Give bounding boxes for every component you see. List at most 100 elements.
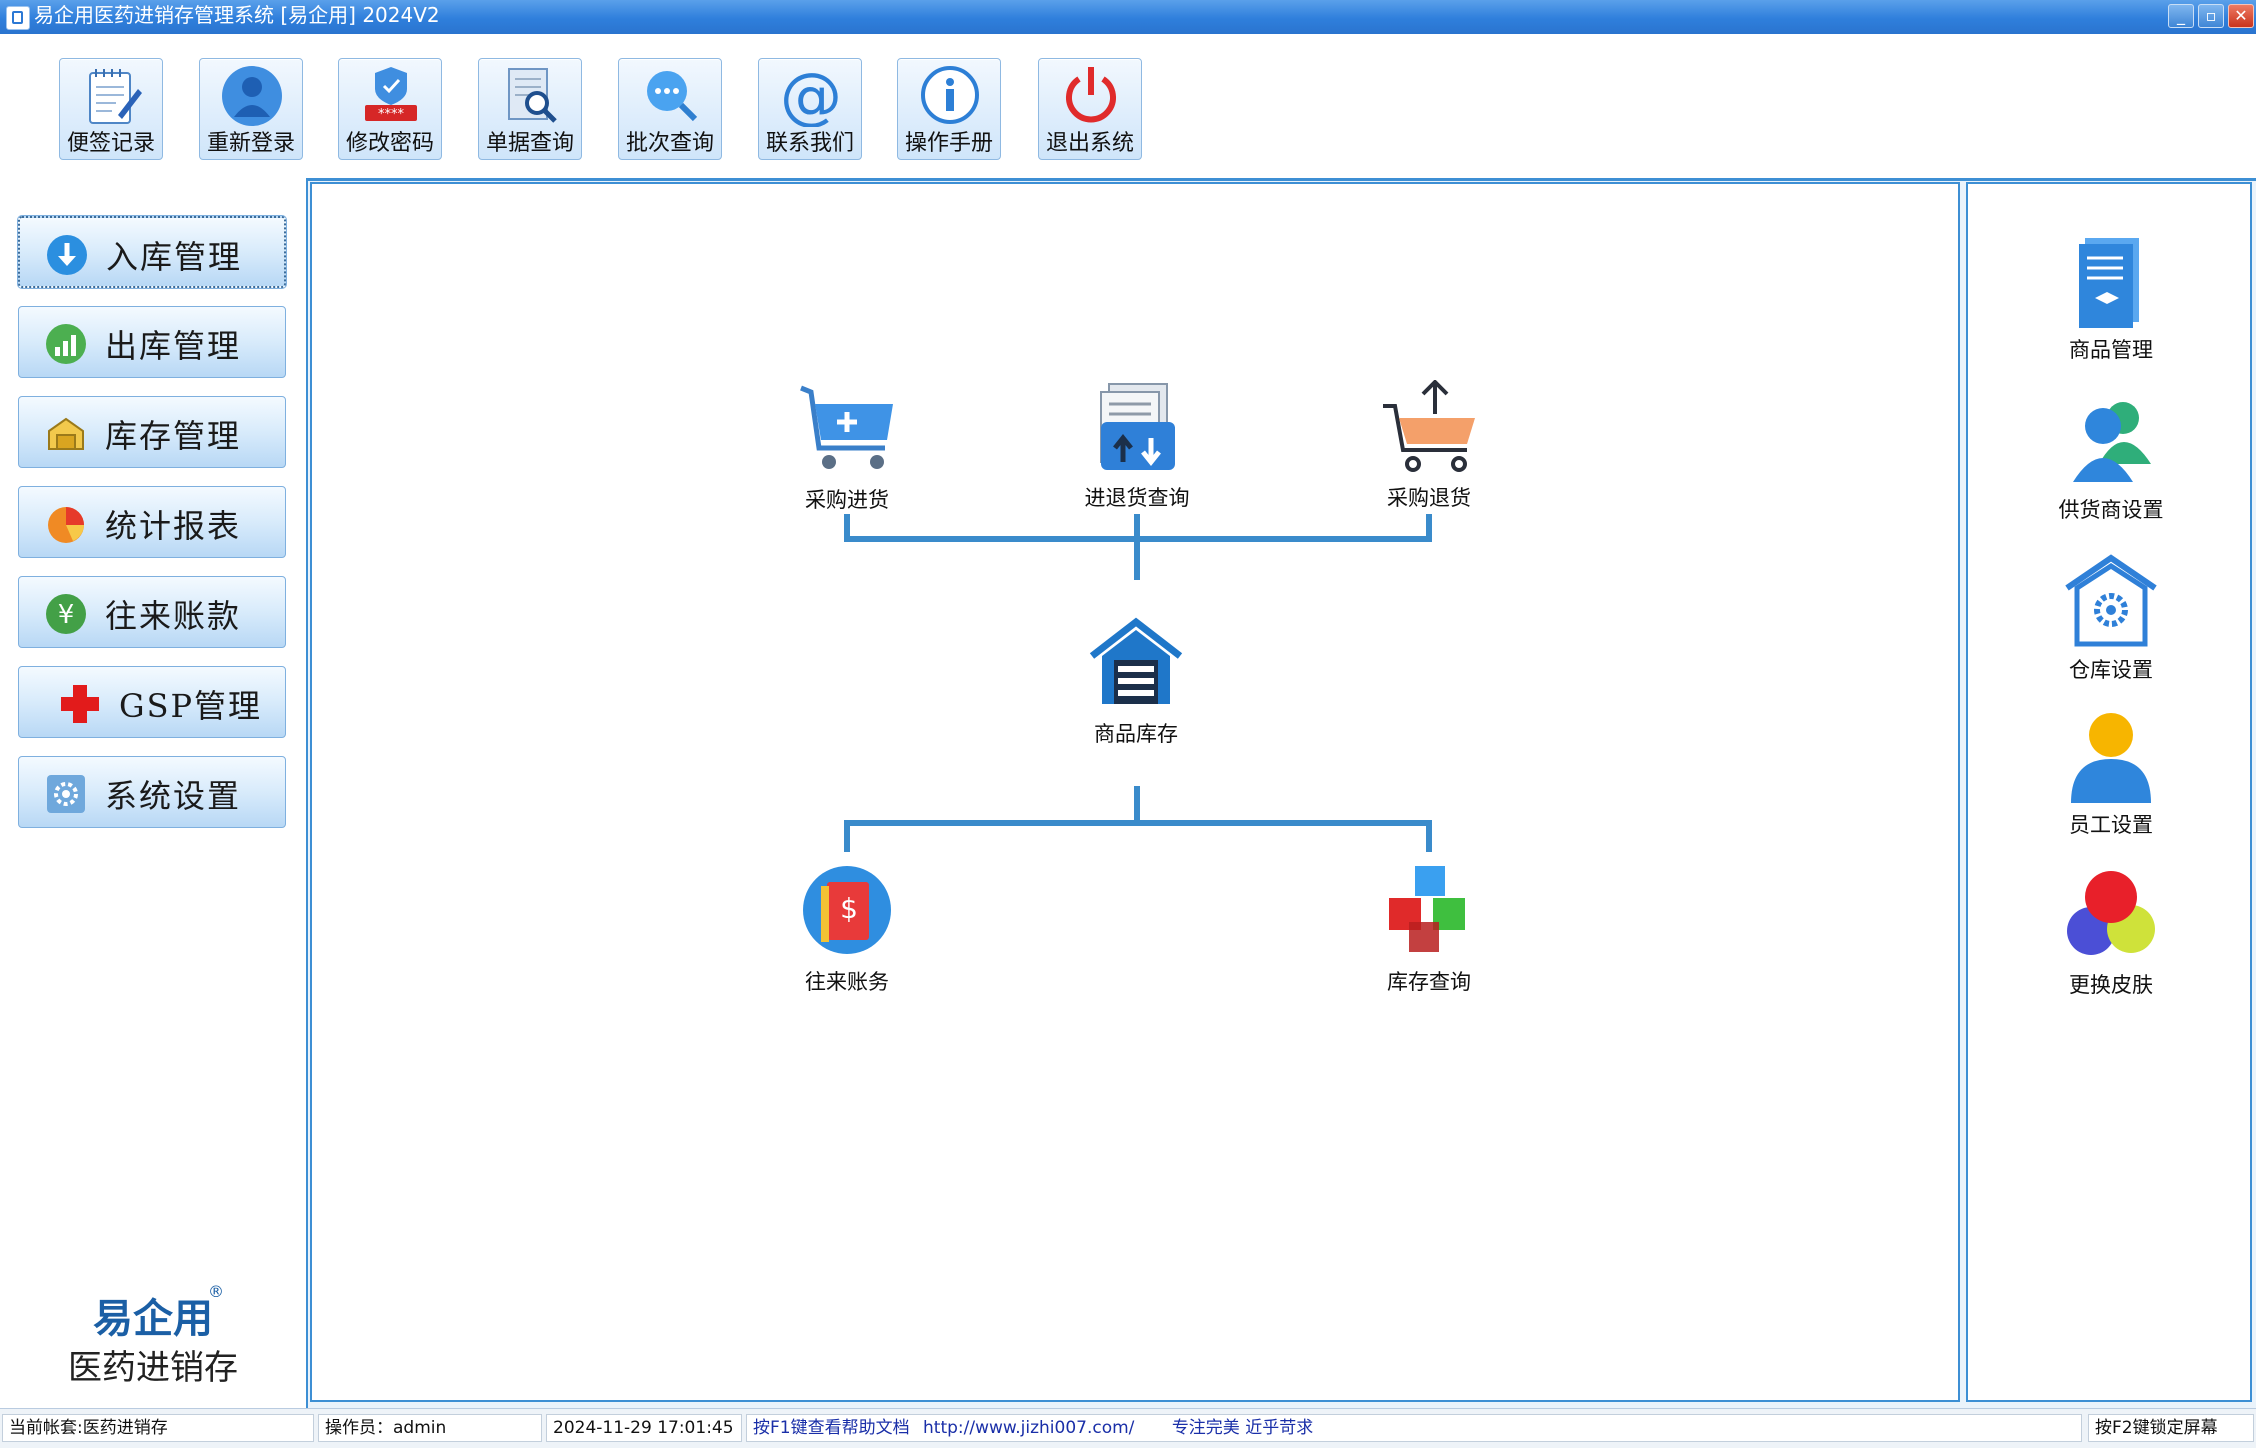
in-out-document-icon bbox=[1100, 383, 1175, 470]
notes-button[interactable]: 便签记录 bbox=[59, 58, 163, 160]
cubes-icon bbox=[1389, 866, 1465, 952]
nav-accounts-label: 往来账款 bbox=[105, 597, 242, 635]
nav-inbound-management[interactable]: 入库管理 bbox=[17, 215, 287, 289]
side-product-label: 商品管理 bbox=[2069, 338, 2153, 362]
side-supplier-label: 供货商设置 bbox=[2058, 498, 2164, 522]
document-query-button-label: 单据查询 bbox=[485, 131, 574, 156]
side-product-management[interactable]: 商品管理 bbox=[1968, 234, 2254, 364]
side-employee-settings[interactable]: 员工设置 bbox=[1968, 709, 2254, 839]
restore-button[interactable]: ▫ bbox=[2198, 4, 2224, 28]
flow-accounts-label: 往来账务 bbox=[805, 970, 889, 994]
nav-outbound-management[interactable]: 出库管理 bbox=[18, 306, 286, 378]
nav-gsp-management[interactable]: GSP管理 bbox=[18, 666, 286, 738]
status-help-text: 按F1键查看帮助文档 bbox=[753, 1418, 910, 1438]
nav-inventory-label: 库存管理 bbox=[105, 417, 242, 455]
warehouse-box-icon bbox=[48, 417, 84, 450]
cart-add-icon bbox=[800, 385, 893, 469]
cart-return-icon bbox=[1383, 379, 1475, 472]
side-warehouse-label: 仓库设置 bbox=[2069, 658, 2153, 682]
color-circles-icon bbox=[2067, 871, 2155, 955]
side-supplier-settings[interactable]: 供货商设置 bbox=[1968, 394, 2254, 524]
exit-button[interactable]: 退出系统 bbox=[1038, 58, 1142, 160]
flow-in-out-query-label: 进退货查询 bbox=[1084, 486, 1190, 510]
nav-inventory-management[interactable]: 库存管理 bbox=[18, 396, 286, 468]
minimize-button[interactable]: _ bbox=[2168, 4, 2194, 28]
batch-query-button[interactable]: 批次查询 bbox=[618, 58, 722, 160]
nav-reports-label: 统计报表 bbox=[105, 507, 242, 545]
status-url-link[interactable]: http://www.jizhi007.com/ bbox=[923, 1418, 1134, 1438]
side-skin-label: 更换皮肤 bbox=[2069, 973, 2153, 997]
status-account: 当前帐套:医药进销存 bbox=[2, 1414, 314, 1442]
app-icon bbox=[6, 6, 30, 30]
side-change-skin[interactable]: 更换皮肤 bbox=[1968, 869, 2254, 999]
info-icon bbox=[921, 66, 979, 124]
exit-button-label: 退出系统 bbox=[1045, 131, 1134, 156]
batch-query-button-label: 批次查询 bbox=[625, 131, 714, 156]
relogin-button-label: 重新登录 bbox=[206, 131, 295, 156]
document-query-button[interactable]: 单据查询 bbox=[478, 58, 582, 160]
flow-inventory-label: 商品库存 bbox=[1094, 722, 1178, 746]
svg-text:¥: ¥ bbox=[58, 600, 75, 630]
user-icon bbox=[222, 66, 282, 126]
status-slogan: 专注完美 近乎苛求 bbox=[1171, 1418, 1314, 1438]
flow-purchase-return[interactable]: 采购退货 bbox=[1374, 379, 1484, 512]
red-cross-icon bbox=[61, 685, 99, 723]
flow-accounts[interactable]: $ 往来账务 bbox=[792, 864, 902, 996]
flow-purchase-in[interactable]: 采购进货 bbox=[792, 382, 902, 514]
connector-line bbox=[1426, 820, 1432, 852]
ledger-icon: $ bbox=[803, 866, 891, 954]
title-bar: 易企用医药进销存管理系统 [易企用] 2024V2 _ ▫ ✕ bbox=[0, 0, 2256, 34]
status-datetime: 2024-11-29 17:01:45 bbox=[546, 1414, 742, 1442]
flow-inventory[interactable]: 商品库存 bbox=[1076, 616, 1196, 748]
employee-icon bbox=[2071, 713, 2151, 803]
notepad-icon bbox=[89, 69, 142, 124]
brand-subtitle: 医药进销存 bbox=[68, 1348, 238, 1388]
product-docs-icon bbox=[2079, 238, 2139, 328]
relogin-button[interactable]: 重新登录 bbox=[199, 58, 303, 160]
close-button[interactable]: ✕ bbox=[2228, 4, 2254, 28]
connector-line bbox=[844, 820, 850, 852]
change-password-button-label: 修改密码 bbox=[345, 131, 434, 156]
nav-system-settings[interactable]: 系统设置 bbox=[18, 756, 286, 828]
svg-text:****: **** bbox=[378, 107, 405, 122]
nav-settings-label: 系统设置 bbox=[105, 777, 242, 815]
status-operator: 操作员：admin bbox=[318, 1414, 542, 1442]
flow-stock-query[interactable]: 库存查询 bbox=[1374, 864, 1484, 996]
svg-text:@: @ bbox=[780, 65, 842, 127]
status-lock-hint: 按F2键锁定屏幕 bbox=[2088, 1414, 2254, 1442]
window-title: 易企用医药进销存管理系统 [易企用] 2024V2 bbox=[34, 3, 440, 27]
brand-registered-mark: ® bbox=[208, 1282, 224, 1301]
side-warehouse-settings[interactable]: 仓库设置 bbox=[1968, 554, 2254, 684]
nav-reports[interactable]: 统计报表 bbox=[18, 486, 286, 558]
chat-search-icon bbox=[647, 71, 698, 122]
at-icon: @ bbox=[780, 65, 842, 127]
flow-purchase-return-label: 采购退货 bbox=[1387, 486, 1471, 510]
contact-us-button[interactable]: @ 联系我们 bbox=[758, 58, 862, 160]
warehouse-gear-icon bbox=[2065, 554, 2157, 647]
notes-button-label: 便签记录 bbox=[66, 131, 155, 156]
connector-line bbox=[1134, 786, 1140, 822]
change-password-button[interactable]: **** 修改密码 bbox=[338, 58, 442, 160]
document-search-icon bbox=[508, 68, 557, 123]
connector-line bbox=[844, 820, 1432, 826]
svg-text:$: $ bbox=[840, 892, 858, 925]
supplier-people-icon bbox=[2073, 402, 2151, 482]
right-settings-panel: 商品管理 供货商设置 仓库设置 员工设置 更换皮肤 bbox=[1966, 182, 2252, 1402]
nav-accounts[interactable]: ¥ 往来账款 bbox=[18, 576, 286, 648]
toolbar: 便签记录 重新登录 **** 修改密码 单据查询 批次查询 @ 联系我们 操作手… bbox=[0, 34, 2256, 181]
left-nav: 入库管理 出库管理 库存管理 统计报表 ¥ 往来账款 GSP管理 系统设置 易企… bbox=[0, 178, 308, 1408]
status-help: 按F1键查看帮助文档 http://www.jizhi007.com/ 专注完美… bbox=[746, 1414, 2082, 1442]
power-icon bbox=[1066, 67, 1116, 123]
manual-button-label: 操作手册 bbox=[904, 131, 993, 156]
pie-chart-icon bbox=[48, 507, 84, 543]
bar-chart-up-icon bbox=[46, 324, 86, 364]
manual-button[interactable]: 操作手册 bbox=[897, 58, 1001, 160]
nav-inbound-label: 入库管理 bbox=[106, 238, 243, 276]
nav-outbound-label: 出库管理 bbox=[105, 327, 242, 365]
connector-line bbox=[1134, 514, 1140, 580]
download-arrow-icon bbox=[47, 235, 87, 275]
brand-logo: 易企用 bbox=[93, 1296, 213, 1342]
gear-icon bbox=[47, 775, 85, 813]
flow-in-out-query[interactable]: 进退货查询 bbox=[1072, 380, 1202, 512]
contact-us-button-label: 联系我们 bbox=[765, 131, 854, 156]
